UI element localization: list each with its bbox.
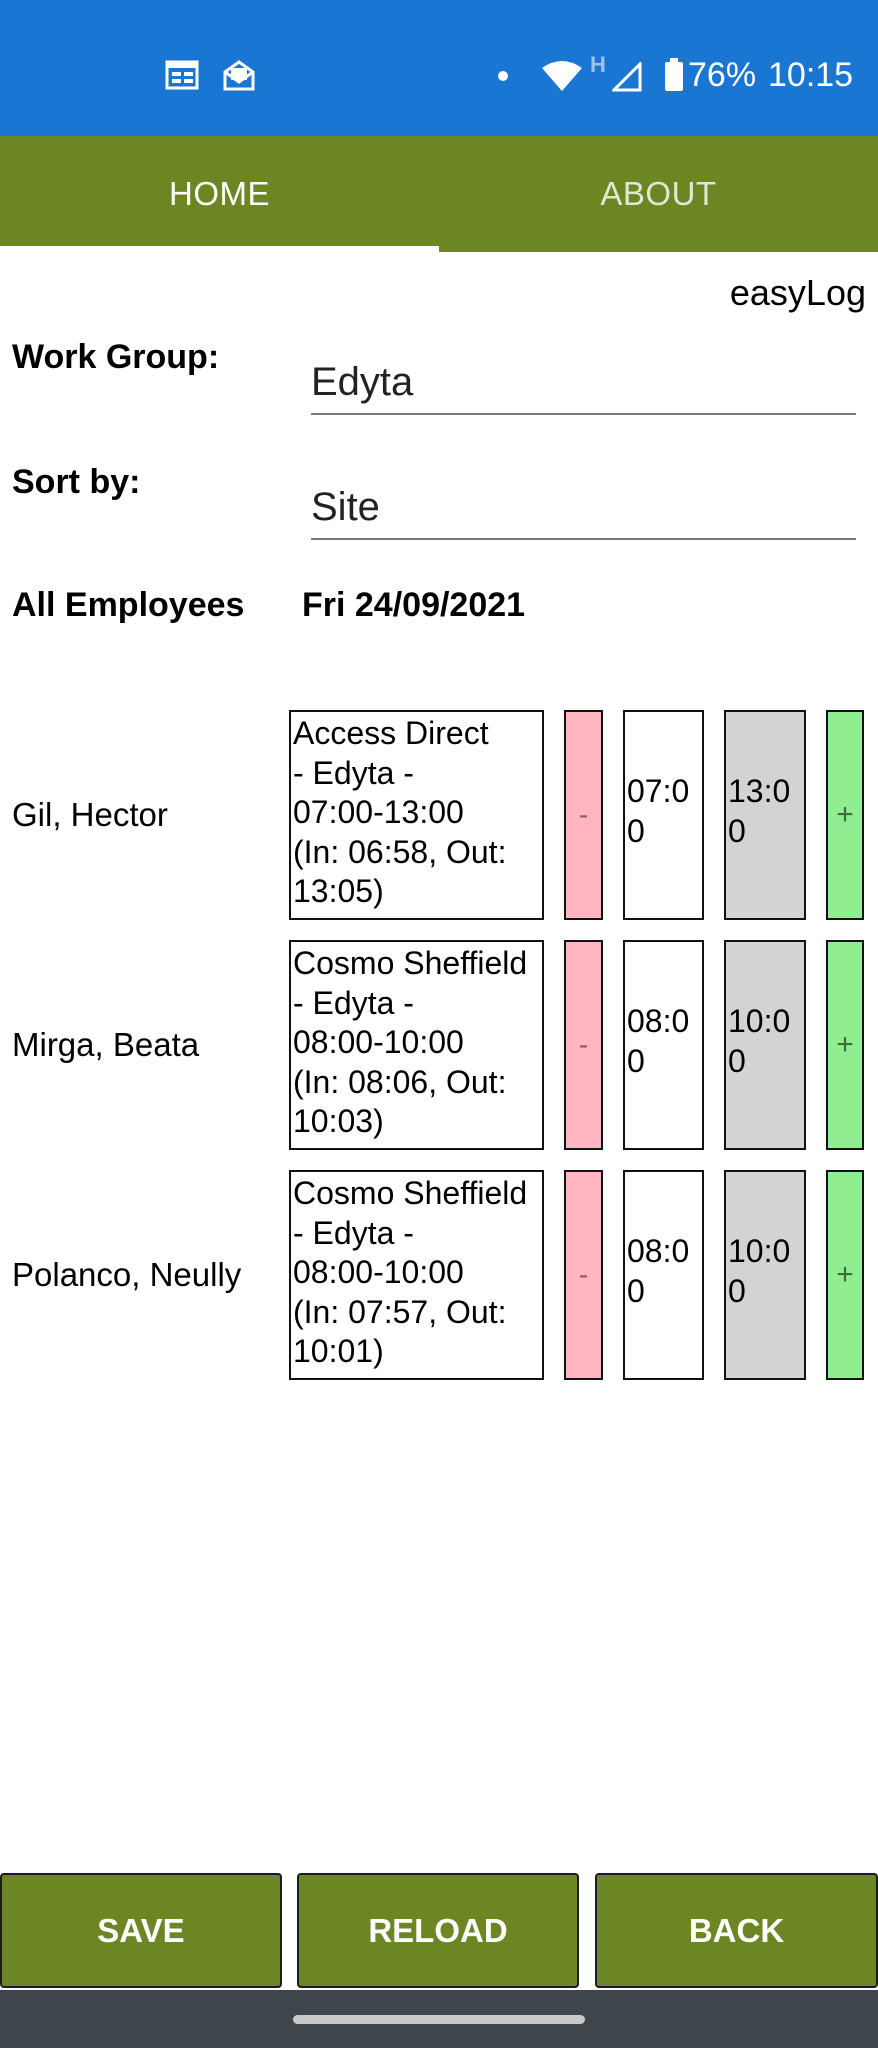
calendar-icon	[165, 60, 199, 90]
increase-button[interactable]: +	[826, 710, 864, 920]
sort-by-picker[interactable]: Site	[311, 485, 856, 540]
battery-percent: 76%	[688, 56, 757, 94]
back-button[interactable]: BACK	[595, 1873, 878, 1988]
shift-details[interactable]: Access Direct - Edyta - 07:00-13:00 (In:…	[289, 710, 544, 920]
wifi-icon	[542, 61, 582, 91]
start-time-field[interactable]: 08:00	[623, 940, 704, 1150]
end-time-field[interactable]: 13:00	[724, 710, 806, 920]
employee-name: Mirga, Beata	[12, 1026, 200, 1063]
system-nav-bar	[0, 1990, 878, 2048]
employee-row: Gil, Hector Access Direct - Edyta - 07:0…	[0, 710, 878, 920]
sort-by-label: Sort by:	[12, 463, 141, 501]
tab-about[interactable]: ABOUT	[439, 136, 878, 252]
employee-row: Polanco, Neully Cosmo Sheffield - Edyta …	[0, 1170, 878, 1380]
increase-button[interactable]: +	[826, 940, 864, 1150]
save-button[interactable]: SAVE	[0, 1873, 282, 1988]
tab-bar: HOME ABOUT	[0, 136, 878, 252]
employee-name: Gil, Hector	[12, 796, 168, 833]
shift-details[interactable]: Cosmo Sheffield - Edyta - 08:00-10:00 (I…	[289, 940, 544, 1150]
decrease-button[interactable]: -	[564, 1170, 603, 1380]
date-label[interactable]: Fri 24/09/2021	[302, 586, 525, 625]
decrease-button[interactable]: -	[564, 940, 603, 1150]
active-tab-indicator	[0, 246, 439, 252]
app-name: easyLog	[729, 272, 866, 313]
employee-name: Polanco, Neully	[12, 1256, 242, 1293]
start-time-field[interactable]: 07:00	[623, 710, 704, 920]
signal-icon	[612, 62, 642, 92]
shift-details[interactable]: Cosmo Sheffield - Edyta - 08:00-10:00 (I…	[289, 1170, 544, 1380]
dot-icon	[498, 71, 508, 81]
work-group-label: Work Group:	[12, 338, 220, 376]
work-group-picker[interactable]: Edyta	[311, 360, 856, 415]
increase-button[interactable]: +	[826, 1170, 864, 1380]
status-bar: H 76% 10:15	[0, 0, 878, 136]
employee-row: Mirga, Beata Cosmo Sheffield - Edyta - 0…	[0, 940, 878, 1150]
network-type-badge: H	[590, 52, 606, 77]
end-time-field[interactable]: 10:00	[724, 1170, 806, 1380]
reload-button[interactable]: RELOAD	[297, 1873, 579, 1988]
tab-home[interactable]: HOME	[0, 136, 439, 252]
battery-icon	[665, 58, 683, 91]
end-time-field[interactable]: 10:00	[724, 940, 806, 1150]
start-time-field[interactable]: 08:00	[623, 1170, 704, 1380]
home-gesture-pill[interactable]	[293, 2015, 585, 2024]
decrease-button[interactable]: -	[564, 710, 603, 920]
employees-filter-label: All Employees	[12, 586, 245, 624]
mail-icon	[223, 60, 255, 91]
clock: 10:15	[768, 56, 854, 94]
